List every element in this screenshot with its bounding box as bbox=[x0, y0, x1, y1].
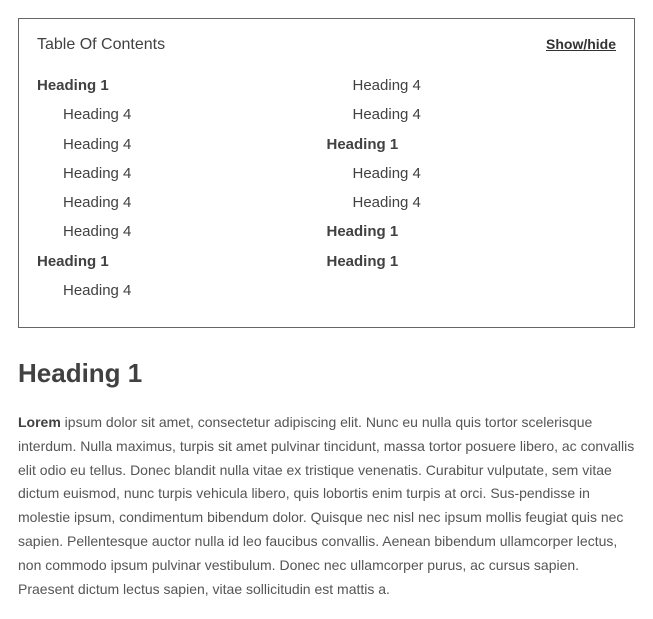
toc-item-heading-4[interactable]: Heading 4 bbox=[37, 100, 327, 129]
toc-title: Table Of Contents bbox=[37, 33, 165, 57]
toc-item-heading-1[interactable]: Heading 1 bbox=[327, 217, 617, 246]
toc-columns: Heading 1Heading 4Heading 4Heading 4Head… bbox=[37, 71, 616, 305]
body-paragraph: Lorem ipsum dolor sit amet, consectetur … bbox=[18, 411, 635, 601]
body-text-content: ipsum dolor sit amet, consectetur adipis… bbox=[18, 414, 634, 597]
toc-item-heading-4[interactable]: Heading 4 bbox=[37, 276, 327, 305]
toc-item-heading-4[interactable]: Heading 4 bbox=[37, 188, 327, 217]
toc-item-heading-1[interactable]: Heading 1 bbox=[327, 130, 617, 159]
toc-header: Table Of Contents Show/hide bbox=[37, 33, 616, 57]
lead-word: Lorem bbox=[18, 414, 61, 430]
toc-item-heading-4[interactable]: Heading 4 bbox=[327, 100, 617, 129]
toc-column-right: Heading 4Heading 4Heading 1Heading 4Head… bbox=[327, 71, 617, 305]
page-heading: Heading 1 bbox=[18, 354, 635, 393]
toc-item-heading-4[interactable]: Heading 4 bbox=[37, 130, 327, 159]
toc-column-left: Heading 1Heading 4Heading 4Heading 4Head… bbox=[37, 71, 327, 305]
table-of-contents: Table Of Contents Show/hide Heading 1Hea… bbox=[18, 18, 635, 328]
toc-item-heading-1[interactable]: Heading 1 bbox=[37, 71, 327, 100]
toc-item-heading-4[interactable]: Heading 4 bbox=[327, 159, 617, 188]
toc-item-heading-4[interactable]: Heading 4 bbox=[327, 188, 617, 217]
toc-toggle-link[interactable]: Show/hide bbox=[546, 34, 616, 55]
toc-item-heading-4[interactable]: Heading 4 bbox=[37, 217, 327, 246]
toc-item-heading-1[interactable]: Heading 1 bbox=[37, 247, 327, 276]
toc-item-heading-4[interactable]: Heading 4 bbox=[327, 71, 617, 100]
toc-item-heading-1[interactable]: Heading 1 bbox=[327, 247, 617, 276]
toc-item-heading-4[interactable]: Heading 4 bbox=[37, 159, 327, 188]
